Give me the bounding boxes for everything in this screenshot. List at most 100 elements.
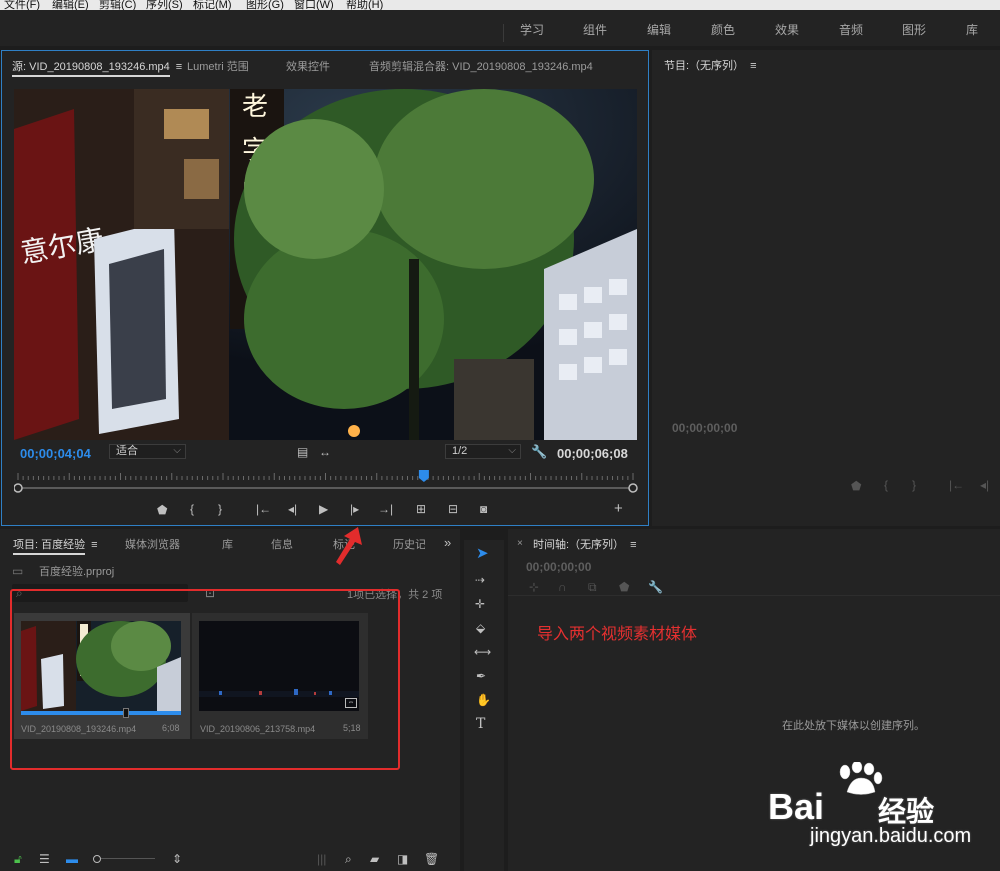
- annotation-highlight-box: [10, 589, 400, 770]
- annotation-arrow-icon: [336, 527, 362, 565]
- add-marker-icon[interactable]: ⬟: [619, 581, 629, 593]
- playback-resolution-dropdown[interactable]: 1/2: [445, 444, 521, 459]
- workspace-bar: 学习 组件 编辑 颜色 效果 音频 图形 库: [0, 10, 1000, 46]
- program-timecode: 00;00;00;00: [672, 421, 738, 435]
- export-frame-camera-icon[interactable]: ◙: [480, 503, 487, 515]
- mark-in-icon[interactable]: {: [884, 479, 888, 491]
- tab-libraries[interactable]: 库: [222, 536, 233, 552]
- workspace-effects[interactable]: 效果: [775, 21, 799, 38]
- menu-file[interactable]: 文件(F): [4, 0, 40, 10]
- insert-icon[interactable]: ⊞: [416, 503, 426, 515]
- tab-program[interactable]: 节目:（无序列） ≡: [664, 57, 756, 73]
- tab-history[interactable]: 历史记: [393, 536, 425, 552]
- linked-selection-icon[interactable]: ⧉: [588, 581, 597, 593]
- automate-to-sequence-icon[interactable]: |||: [317, 853, 326, 865]
- baidu-jingyan-watermark: Bai 经验 jingyan.baidu.com: [760, 762, 1000, 852]
- thumbnail-size-slider[interactable]: [93, 855, 155, 863]
- mark-out-icon[interactable]: }: [912, 479, 916, 491]
- settings-wrench-icon[interactable]: 🔧: [531, 445, 547, 458]
- watermark-brand-cn: 经验: [878, 796, 935, 827]
- step-forward-icon[interactable]: |▸: [350, 503, 359, 515]
- razor-tool-icon[interactable]: ⬙: [476, 622, 485, 634]
- source-duration-timecode: 00;00;06;08: [557, 446, 628, 461]
- playhead[interactable]: [418, 470, 429, 482]
- watermark-url: jingyan.baidu.com: [810, 825, 972, 847]
- tab-audio-clip-mixer[interactable]: 音频剪辑混合器: VID_20190808_193246.mp4: [369, 58, 593, 74]
- selection-tool-icon[interactable]: ➤: [476, 546, 489, 561]
- sort-icon[interactable]: ⇕: [172, 853, 182, 865]
- go-to-out-icon[interactable]: →|: [378, 503, 393, 515]
- night-street-image: 意尔康 老 字 號 利 名: [14, 89, 637, 440]
- go-to-in-icon[interactable]: |←: [949, 479, 964, 491]
- slip-tool-icon[interactable]: ⟷: [474, 646, 491, 658]
- project-file-name: 百度经验.prproj: [39, 566, 115, 578]
- mark-out-icon[interactable]: }: [218, 503, 222, 515]
- button-editor-plus-icon[interactable]: +: [614, 501, 623, 516]
- menu-help[interactable]: 帮助(H): [346, 0, 383, 10]
- watermark-brand: Bai: [768, 786, 825, 827]
- more-tabs-icon[interactable]: »: [444, 536, 451, 549]
- nest-icon[interactable]: ⊹: [529, 581, 539, 593]
- menu-edit[interactable]: 编辑(E): [52, 0, 89, 10]
- project-folder-icon: ▭: [12, 564, 24, 578]
- new-bin-icon[interactable]: ▰: [370, 853, 379, 865]
- overwrite-icon[interactable]: ⊟: [448, 503, 458, 515]
- menu-marker[interactable]: 标记(M): [193, 0, 232, 10]
- find-icon[interactable]: ⌕: [345, 853, 352, 865]
- add-marker-icon[interactable]: ⬟: [851, 480, 861, 492]
- drag-video-only-icon[interactable]: ▤: [297, 446, 308, 458]
- list-view-icon[interactable]: ☰: [39, 853, 50, 865]
- menu-window[interactable]: 窗口(W): [294, 0, 334, 10]
- play-icon[interactable]: ▶: [319, 503, 328, 515]
- go-to-in-icon[interactable]: |←: [256, 503, 271, 515]
- type-tool-icon[interactable]: T: [476, 717, 485, 731]
- workspace-editing[interactable]: 编辑: [647, 21, 671, 38]
- timeline-timecode: 00;00;00;00: [526, 560, 592, 574]
- track-select-tool-icon[interactable]: ⇢: [475, 574, 485, 586]
- step-back-icon[interactable]: ◂|: [288, 503, 297, 515]
- delete-icon[interactable]: 🗑︎: [424, 853, 439, 865]
- close-icon[interactable]: ×: [517, 538, 523, 550]
- menu-clip[interactable]: 剪辑(C): [99, 0, 136, 10]
- workspace-color[interactable]: 颜色: [711, 21, 735, 38]
- zoom-level-dropdown[interactable]: 适合: [109, 444, 186, 459]
- source-current-timecode[interactable]: 00;00;04;04: [20, 446, 91, 461]
- tab-media-browser[interactable]: 媒体浏览器: [125, 536, 180, 552]
- workspace-graphics[interactable]: 图形: [902, 21, 926, 38]
- step-back-icon[interactable]: ◂|: [980, 479, 989, 491]
- workspace-learn[interactable]: 学习: [520, 21, 544, 38]
- menu-sequence[interactable]: 序列(S): [146, 0, 183, 10]
- pen-tool-icon[interactable]: ✒: [476, 670, 486, 682]
- new-item-icon[interactable]: ◨: [397, 853, 408, 865]
- ripple-edit-tool-icon[interactable]: ✛: [475, 598, 485, 610]
- mark-in-icon[interactable]: {: [190, 503, 194, 515]
- panel-menu-icon[interactable]: ≡: [630, 539, 636, 551]
- source-time-ruler[interactable]: [14, 466, 638, 496]
- lock-icon[interactable]: 🔓︎: [14, 853, 22, 865]
- tab-effect-controls[interactable]: 效果控件: [286, 58, 330, 74]
- panel-menu-icon[interactable]: ≡: [176, 61, 182, 73]
- slider-track: [101, 858, 155, 859]
- tab-timeline[interactable]: 时间轴:（无序列） ≡: [533, 536, 636, 552]
- program-monitor-panel: 节目:（无序列） ≡ 00;00;00;00 ⬟ { } |← ◂|: [652, 50, 1000, 526]
- tab-source[interactable]: 源: VID_20190808_193246.mp4 ≡: [12, 58, 182, 77]
- tab-project[interactable]: 项目: 百度经验 ≡: [13, 536, 98, 555]
- timeline-divider: [508, 595, 1000, 596]
- tab-info[interactable]: 信息: [271, 536, 293, 552]
- snap-magnet-icon[interactable]: ∩: [558, 581, 567, 593]
- hand-tool-icon[interactable]: ✋: [476, 694, 491, 706]
- menu-bar: 文件(F) 编辑(E) 剪辑(C) 序列(S) 标记(M) 图形(G) 窗口(W…: [0, 0, 1000, 10]
- workspace-assembly[interactable]: 组件: [583, 21, 607, 38]
- drag-audio-only-icon[interactable]: ↔: [319, 446, 331, 458]
- icon-view-icon[interactable]: ▬: [66, 853, 78, 865]
- slider-knob[interactable]: [93, 855, 101, 863]
- panel-menu-icon[interactable]: ≡: [750, 60, 756, 72]
- workspace-audio[interactable]: 音频: [839, 21, 863, 38]
- source-video-frame[interactable]: 意尔康 老 字 號 利 名: [14, 89, 637, 440]
- menu-graphics[interactable]: 图形(G): [246, 0, 284, 10]
- panel-menu-icon[interactable]: ≡: [91, 539, 97, 551]
- tab-lumetri-scopes[interactable]: Lumetri 范围: [187, 58, 249, 74]
- add-marker-icon[interactable]: ⬟: [157, 504, 167, 516]
- timeline-settings-wrench-icon[interactable]: 🔧: [648, 581, 663, 593]
- workspace-libraries[interactable]: 库: [966, 21, 978, 38]
